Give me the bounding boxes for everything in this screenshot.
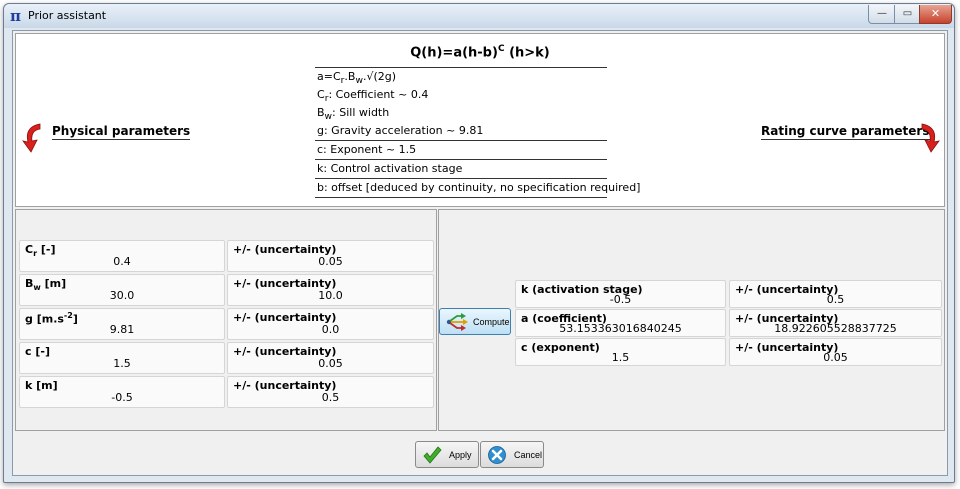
c-field[interactable]: c [-] 1.5 — [19, 342, 225, 374]
rating-k-uncertainty-field[interactable]: +/- (uncertainty) 0.5 — [729, 280, 942, 308]
k-uncertainty-value: 0.5 — [321, 391, 340, 404]
g-value: 9.81 — [109, 323, 135, 336]
definition-cr: Cr: Coefficient ~ 0.4 — [317, 88, 429, 105]
curved-arrow-down-icon — [22, 123, 41, 153]
merge-arrows-icon — [446, 313, 468, 331]
c-value: 1.5 — [113, 357, 131, 370]
cr-value: 0.4 — [113, 255, 131, 268]
rating-a-value: 53.153363016840245 — [559, 322, 682, 335]
apply-button[interactable]: Apply — [415, 441, 479, 468]
rating-a-uncertainty-field[interactable]: +/- (uncertainty) 18.922605528837725 — [729, 309, 942, 337]
rating-a-uncertainty-value: 18.922605528837725 — [774, 322, 897, 335]
definition-b: b: offset [deduced by continuity, no spe… — [315, 178, 640, 198]
g-uncertainty-field[interactable]: +/- (uncertainty) 0.0 — [227, 308, 434, 340]
c-uncertainty-field[interactable]: +/- (uncertainty) 0.05 — [227, 342, 434, 374]
g-field[interactable]: g [m.s-2] 9.81 — [19, 308, 225, 340]
cancel-button[interactable]: Cancel — [480, 441, 544, 468]
cr-uncertainty-field[interactable]: +/- (uncertainty) 0.05 — [227, 240, 434, 272]
rating-a-field[interactable]: a (coefficient) 53.153363016840245 — [515, 309, 726, 337]
physical-parameters-title: Physical parameters — [52, 124, 191, 140]
rating-curve-parameters-panel: Compute k (activation stage) -0.5 +/- (u… — [438, 209, 945, 431]
physical-parameters-panel: Cr [-] 0.4 +/- (uncertainty) 0.05 Bw [m]… — [15, 209, 437, 431]
curved-arrow-down-icon — [921, 123, 940, 153]
bw-field[interactable]: Bw [m] 30.0 — [19, 274, 225, 306]
compute-button[interactable]: Compute — [439, 308, 511, 335]
maximize-button[interactable]: ▭ — [894, 5, 921, 24]
rating-formula: Q(h)=a(h-b)C (h>k) — [410, 44, 550, 61]
dialog-button-bar: Apply Cancel — [15, 432, 943, 472]
rating-c-uncertainty-value: 0.05 — [823, 351, 848, 364]
definition-a: a=Cr.Bw.√(2g) — [315, 67, 607, 86]
formula-panel: Q(h)=a(h-b)C (h>k) a=Cr.Bw.√(2g) Cr: Coe… — [15, 33, 945, 207]
rating-c-value: 1.5 — [611, 351, 630, 364]
cr-uncertainty-value: 0.05 — [318, 255, 343, 268]
c-uncertainty-value: 0.05 — [318, 357, 343, 370]
k-value: -0.5 — [111, 391, 133, 404]
dialog-window: π Prior assistant — ▭ ✕ Q(h)=a(h-b)C (h>… — [3, 3, 955, 483]
definition-bw: Bw: Sill width — [317, 106, 390, 123]
bw-value: 30.0 — [109, 289, 135, 302]
window-title: Prior assistant — [28, 9, 107, 22]
compute-label: Compute — [473, 317, 510, 327]
rating-c-field[interactable]: c (exponent) 1.5 — [515, 338, 726, 366]
bw-uncertainty-field[interactable]: +/- (uncertainty) 10.0 — [227, 274, 434, 306]
rating-c-uncertainty-field[interactable]: +/- (uncertainty) 0.05 — [729, 338, 942, 366]
definition-g: g: Gravity acceleration ~ 9.81 — [317, 124, 484, 137]
definitions-list: a=Cr.Bw.√(2g) Cr: Coefficient ~ 0.4 Bw: … — [315, 67, 640, 198]
dialog-client-area: Q(h)=a(h-b)C (h>k) a=Cr.Bw.√(2g) Cr: Coe… — [12, 30, 948, 476]
k-uncertainty-field[interactable]: +/- (uncertainty) 0.5 — [227, 376, 434, 408]
minimize-button[interactable]: — — [868, 5, 896, 24]
g-uncertainty-value: 0.0 — [321, 323, 340, 336]
cancel-x-icon — [488, 446, 506, 464]
rating-curve-parameters-title: Rating curve parameters — [761, 124, 930, 140]
bw-uncertainty-value: 10.0 — [318, 289, 343, 302]
rating-k-value: -0.5 — [609, 293, 632, 306]
cancel-label: Cancel — [514, 450, 543, 460]
rating-k-field[interactable]: k (activation stage) -0.5 — [515, 280, 726, 308]
cr-field[interactable]: Cr [-] 0.4 — [19, 240, 225, 272]
pi-app-icon: π — [10, 7, 21, 25]
checkmark-icon — [423, 446, 442, 464]
definition-k: k: Control activation stage — [315, 159, 607, 178]
definition-c: c: Exponent ~ 1.5 — [315, 140, 607, 159]
k-field[interactable]: k [m] -0.5 — [19, 376, 225, 408]
rating-k-uncertainty-value: 0.5 — [826, 293, 845, 306]
close-button[interactable]: ✕ — [919, 5, 952, 24]
title-bar[interactable]: π Prior assistant — ▭ ✕ — [4, 4, 954, 28]
apply-label: Apply — [449, 450, 472, 460]
